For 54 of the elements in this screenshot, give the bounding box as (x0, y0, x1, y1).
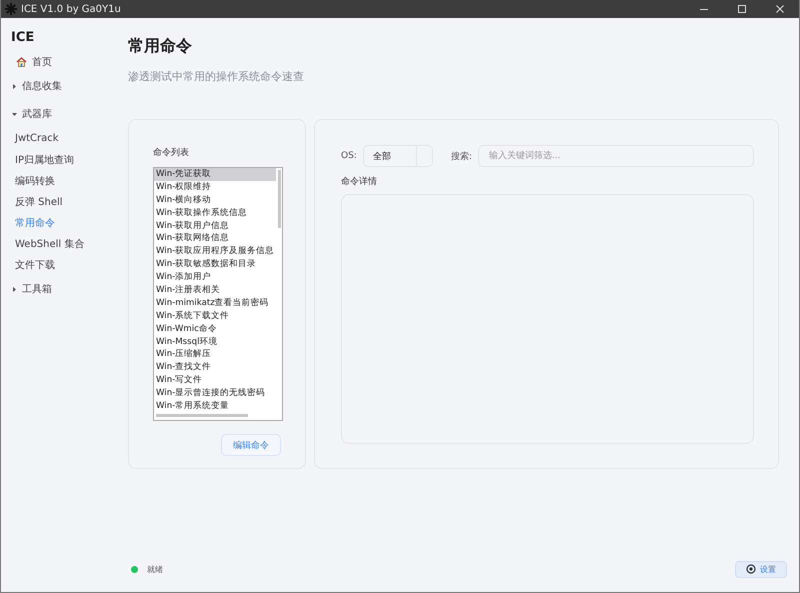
settings-icon (746, 564, 756, 574)
window-title: ICE V1.0 by Ga0Y1u (21, 4, 121, 14)
caret-right-icon (12, 84, 17, 88)
home-icon (16, 56, 27, 66)
list-item[interactable]: Win-添加用户 (154, 271, 276, 284)
list-item[interactable]: Win-压缩解压 (154, 348, 276, 362)
status-text: 就绪 (147, 564, 163, 574)
list-item[interactable]: Win-获取操作系统信息 (154, 206, 276, 220)
search-field[interactable]: 输入关键词筛选... (478, 145, 754, 167)
page-subtitle: 渗透测试中常用的操作系统命令速查 (128, 69, 305, 84)
list-item[interactable]: Win-注册表相关 (154, 284, 276, 297)
list-item[interactable]: Win-查找文件 (154, 361, 276, 374)
list-item[interactable]: Win-系统下载文件 (154, 310, 276, 323)
page-title: 常用命令 (128, 36, 193, 57)
nav-item[interactable]: IP归属地查询 (11, 149, 113, 170)
close-icon (775, 4, 785, 14)
scrollbar[interactable] (156, 414, 248, 417)
app-brand: ICE (11, 30, 36, 45)
nav-item[interactable]: JwtCrack (11, 128, 113, 149)
nav-group[interactable]: 武器库 (11, 100, 113, 128)
os-dropdown[interactable]: 全部 (362, 145, 433, 167)
list-item[interactable]: Win-mimikatz查看当前密码 (154, 296, 276, 310)
maximize-icon (737, 4, 747, 14)
nav-item[interactable]: 反弹 Shell (11, 191, 113, 212)
list-item[interactable]: Win-获取用户信息 (154, 220, 276, 232)
status-dot (131, 566, 138, 572)
list-item[interactable]: Win-常用系统变量 (154, 400, 276, 413)
list-item[interactable]: Win-显示曾连接的无线密码 (154, 387, 276, 400)
caret-right-icon (12, 286, 17, 292)
edit-button[interactable]: 编辑命令 (221, 434, 281, 456)
nav-item[interactable]: 文件下载 (11, 254, 113, 275)
command-list[interactable] (153, 167, 283, 421)
list-item[interactable]: Win-横向移动 (154, 194, 276, 207)
os-label: OS: (341, 151, 357, 161)
search-label: 搜索: (450, 150, 472, 162)
list-item[interactable]: Win-Mssql环境 (154, 336, 276, 348)
star-icon (5, 3, 17, 15)
nav-item[interactable]: 编码转换 (11, 170, 113, 191)
nav-group[interactable]: 工具箱 (11, 275, 113, 303)
scrollbar[interactable] (278, 170, 281, 228)
nav-group[interactable]: 信息收集 (11, 72, 113, 100)
detail-label: 命令详情 (341, 176, 378, 188)
caret-down-icon (12, 112, 17, 116)
list-item[interactable]: Win-凭证获取 (154, 168, 276, 181)
list-item[interactable]: Win-获取敏感数据和目录 (154, 258, 276, 272)
list-item[interactable]: Win-写文件 (154, 374, 276, 388)
list-label: 命令列表 (153, 146, 190, 159)
list-item[interactable]: Win-获取应用程序及服务信息 (154, 245, 276, 258)
nav-item[interactable]: 常用命令 (11, 212, 113, 233)
list-item[interactable]: Win-获取网络信息 (154, 232, 276, 246)
list-item[interactable]: Win-Wmic命令 (154, 322, 276, 336)
nav-item[interactable]: WebShell 集合 (11, 233, 113, 254)
nav-item[interactable]: 首页 (11, 51, 113, 72)
list-item[interactable]: Win-权限维持 (154, 180, 276, 194)
